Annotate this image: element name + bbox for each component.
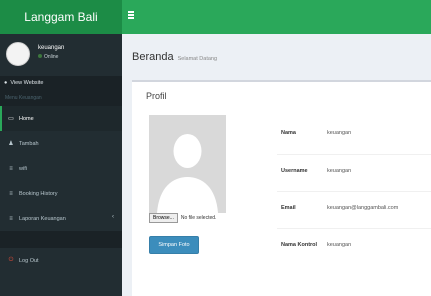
sidebar-item-tambah[interactable]: ♟ Tambah (0, 131, 122, 156)
field-value: keuangan@langgambali.com (327, 205, 399, 211)
status-dot-icon (38, 54, 42, 58)
sidebar-item-wifi[interactable]: ≡ wifi (0, 156, 122, 181)
user-panel: keuangan Online (0, 34, 122, 76)
field-label: Nama (281, 130, 296, 136)
user-icon: ♟ (8, 141, 14, 147)
power-icon: ⏻ (8, 257, 14, 263)
browse-button[interactable]: Browse... (149, 213, 178, 223)
top-navbar (122, 0, 431, 34)
field-label: Email (281, 205, 296, 211)
field-label: Nama Kontrol (281, 242, 318, 248)
sidebar-toggle-icon[interactable] (128, 11, 138, 21)
user-status: Online (38, 54, 58, 60)
list-icon: ≡ (9, 190, 13, 197)
profile-box: Profil Browse... No file selected. Simpa… (132, 80, 431, 296)
field-value: keuangan (327, 242, 352, 248)
table-row: Username keuangan (277, 154, 431, 191)
sidebar: keuangan Online ● View Website Menu Keua… (0, 34, 122, 296)
page-header: Beranda Selamat Datang (132, 51, 217, 63)
profile-title: Profil (146, 91, 167, 101)
field-value: keuangan (327, 168, 352, 174)
chevron-left-icon: ‹ (112, 214, 114, 220)
app-logo[interactable]: Langgam Bali (0, 0, 122, 34)
page-title: Beranda (132, 51, 174, 63)
sidebar-divider (0, 231, 122, 248)
view-website-link[interactable]: ● View Website (0, 76, 122, 90)
table-row: Nama keuangan (277, 117, 431, 154)
avatar (6, 42, 30, 66)
list-icon: ≡ (9, 165, 13, 172)
globe-icon: ● (4, 80, 8, 86)
app-title: Langgam Bali (24, 10, 98, 24)
sidebar-item-booking-history[interactable]: ≡ Booking History (0, 181, 122, 206)
file-input-row: Browse... No file selected. (149, 213, 216, 223)
upload-photo-button[interactable]: Simpan Foto (149, 236, 199, 254)
profile-photo (149, 115, 226, 213)
sidebar-item-home[interactable]: ▭ Home (0, 106, 122, 131)
field-label: Username (281, 168, 308, 174)
monitor-icon: ▭ (8, 116, 14, 122)
profile-table: Nama keuangan Username keuangan Email ke… (277, 117, 431, 265)
table-row: Nama Kontrol keuangan (277, 228, 431, 265)
table-row: Email keuangan@langgambali.com (277, 191, 431, 228)
field-value: keuangan (327, 130, 352, 136)
user-name: keuangan (38, 45, 65, 51)
menu-header: Menu Keuangan (0, 90, 122, 106)
sidebar-item-laporan-keuangan[interactable]: ≡ Laporan Keuangan ‹ (0, 206, 122, 231)
page-subtitle: Selamat Datang (177, 56, 218, 62)
sidebar-item-logout[interactable]: ⏻ Log Out (0, 248, 122, 273)
avatar-placeholder-icon (149, 115, 226, 213)
list-icon: ≡ (9, 215, 13, 222)
file-status: No file selected. (180, 215, 217, 221)
